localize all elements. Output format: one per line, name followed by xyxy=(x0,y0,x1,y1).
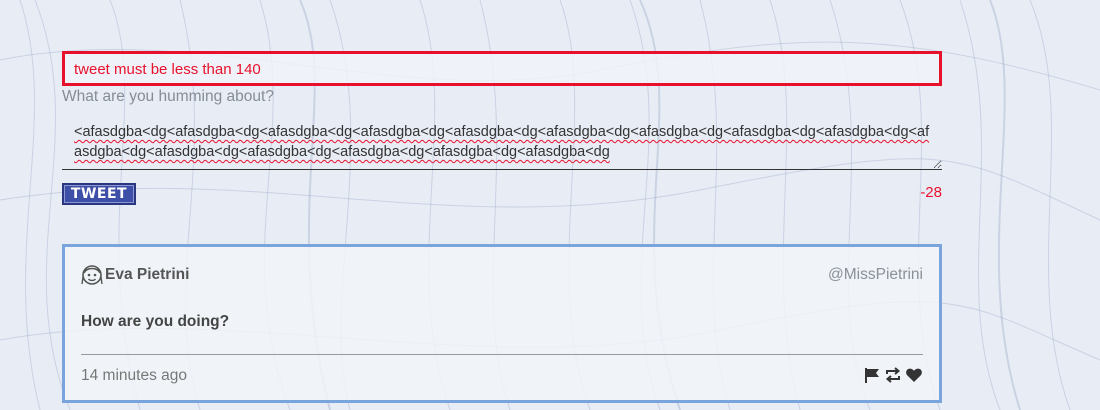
heart-icon[interactable] xyxy=(905,366,923,384)
author-handle[interactable]: @MissPietrini xyxy=(828,266,923,284)
error-message: tweet must be less than 140 xyxy=(74,61,261,78)
tweet-divider xyxy=(81,354,923,355)
avatar-icon xyxy=(81,265,103,285)
tweet-input[interactable]: <afasdgba<dg<afasdgba<dg<afasdgba<dg<afa… xyxy=(62,112,942,170)
tweet-actions xyxy=(863,366,923,384)
tweet-timestamp: 14 minutes ago xyxy=(81,367,187,384)
tweet-prompt-label: What are you humming about? xyxy=(62,88,274,105)
retweet-icon[interactable] xyxy=(884,366,902,384)
tweet-card: Eva Pietrini @MissPietrini How are you d… xyxy=(62,244,942,403)
error-banner: tweet must be less than 140 xyxy=(62,51,942,86)
flag-icon[interactable] xyxy=(863,366,881,384)
remaining-char-count: -28 xyxy=(920,184,942,201)
author-name: Eva Pietrini xyxy=(105,266,190,283)
tweet-body: How are you doing? xyxy=(81,313,230,330)
tweet-button[interactable]: TWEET xyxy=(62,183,136,205)
